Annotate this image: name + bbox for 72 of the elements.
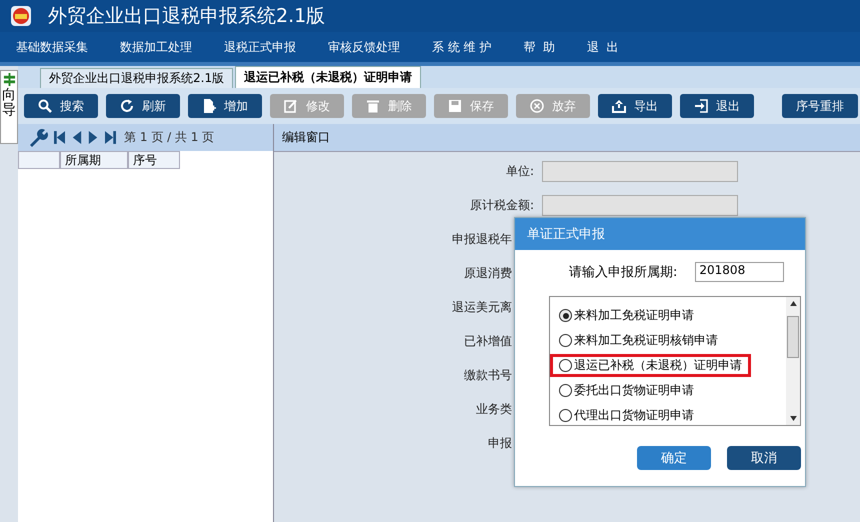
signpost-icon	[2, 73, 16, 86]
radio-option[interactable]: 委托出口货物证明申请	[550, 379, 703, 402]
column-header[interactable]: 序号	[128, 151, 180, 169]
dialog-button[interactable]: 确定	[637, 446, 711, 470]
input-field[interactable]: 201808	[695, 262, 784, 282]
scroll-down-arrow-icon[interactable]	[790, 416, 796, 421]
radio-option[interactable]: 来料加工免税证明申请	[550, 304, 703, 327]
dialog-button[interactable]: 取消	[727, 446, 801, 470]
radio-button[interactable]	[559, 309, 572, 322]
previous-page-icon[interactable]	[71, 131, 82, 144]
field-label: 已补增值	[463, 333, 512, 350]
option-label: 代理出口货物证明申请	[574, 407, 694, 424]
search-icon	[38, 99, 52, 113]
field-label: 缴款书号	[463, 367, 512, 384]
field-label: 申报	[487, 435, 512, 452]
export-icon	[612, 99, 626, 113]
app-logo-icon	[10, 5, 32, 27]
panel-title: 编辑窗口	[282, 129, 330, 146]
radio-button[interactable]	[559, 359, 572, 372]
edit-icon	[284, 99, 298, 113]
option-label: 退运已补税（未退税）证明申请	[574, 357, 742, 374]
option-label: 来料加工免税证明核销申请	[574, 332, 718, 349]
trash-icon	[366, 99, 380, 113]
refresh-icon	[120, 99, 134, 113]
tab[interactable]: 退运已补税（未退税）证明申请	[235, 66, 422, 88]
next-page-icon[interactable]	[88, 131, 99, 144]
menu-item[interactable]: 审核反馈处理	[328, 38, 400, 56]
scrollbar[interactable]	[786, 297, 800, 425]
menu-item[interactable]: 退税正式申报	[224, 38, 296, 56]
column-header[interactable]: 所属期	[60, 151, 128, 169]
last-page-icon[interactable]	[105, 131, 116, 144]
menu-item[interactable]: 数据加工处理	[120, 38, 192, 56]
radio-option[interactable]: 来料加工免税证明核销申请	[550, 329, 727, 352]
exit-icon	[694, 99, 708, 113]
toolbar-button[interactable]: 搜索	[24, 94, 98, 118]
input-field[interactable]	[542, 161, 738, 182]
wrench-icon[interactable]	[28, 128, 48, 148]
field-label: 单位:	[504, 163, 534, 180]
radio-button[interactable]	[559, 334, 572, 347]
radio-button[interactable]	[559, 409, 572, 422]
menu-item[interactable]: 退 出	[587, 38, 619, 56]
side-tab-label: 向导	[2, 88, 16, 119]
field-label: 请输入申报所属期:	[569, 264, 678, 281]
first-page-icon[interactable]	[54, 131, 65, 144]
toolbar-button[interactable]: 增加	[188, 94, 262, 118]
field-label: 业务类	[475, 401, 512, 418]
option-label: 来料加工免税证明申请	[574, 307, 694, 324]
menu-item[interactable]: 基础数据采集	[16, 38, 88, 56]
window-title: 外贸企业出口退税申报系统2.1版	[48, 4, 326, 29]
side-tab[interactable]: 向导	[0, 70, 18, 144]
radio-option[interactable]: 代理出口货物证明申请	[550, 404, 703, 425]
new-document-icon	[202, 99, 216, 113]
radio-button[interactable]	[559, 384, 572, 397]
table-header-cell	[18, 151, 60, 169]
page-indicator: 第 1 页 / 共 1 页	[124, 129, 214, 146]
toolbar-button[interactable]: 刷新	[106, 94, 180, 118]
field-label: 退运美元离	[451, 299, 512, 316]
menu-item[interactable]: 帮 助	[523, 38, 556, 56]
dialog-title: 单证正式申报	[527, 226, 605, 243]
radio-option[interactable]: 退运已补税（未退税）证明申请	[550, 354, 751, 377]
option-label: 委托出口货物证明申请	[574, 382, 694, 399]
cancel-icon	[530, 99, 544, 113]
toolbar-button[interactable]: 导出	[598, 94, 672, 118]
field-label: 申报退税年	[451, 231, 512, 248]
toolbar-button[interactable]: 退出	[680, 94, 754, 118]
input-field[interactable]	[542, 195, 738, 216]
field-label: 原退消费	[463, 265, 512, 282]
scroll-up-arrow-icon[interactable]	[790, 301, 796, 306]
tab[interactable]: 外贸企业出口退税申报系统2.1版	[40, 68, 234, 88]
menu-item[interactable]: 系 统 维 护	[432, 38, 492, 56]
field-label: 原计税金额:	[468, 197, 534, 214]
toolbar-button[interactable]: 序号重排	[782, 94, 858, 118]
